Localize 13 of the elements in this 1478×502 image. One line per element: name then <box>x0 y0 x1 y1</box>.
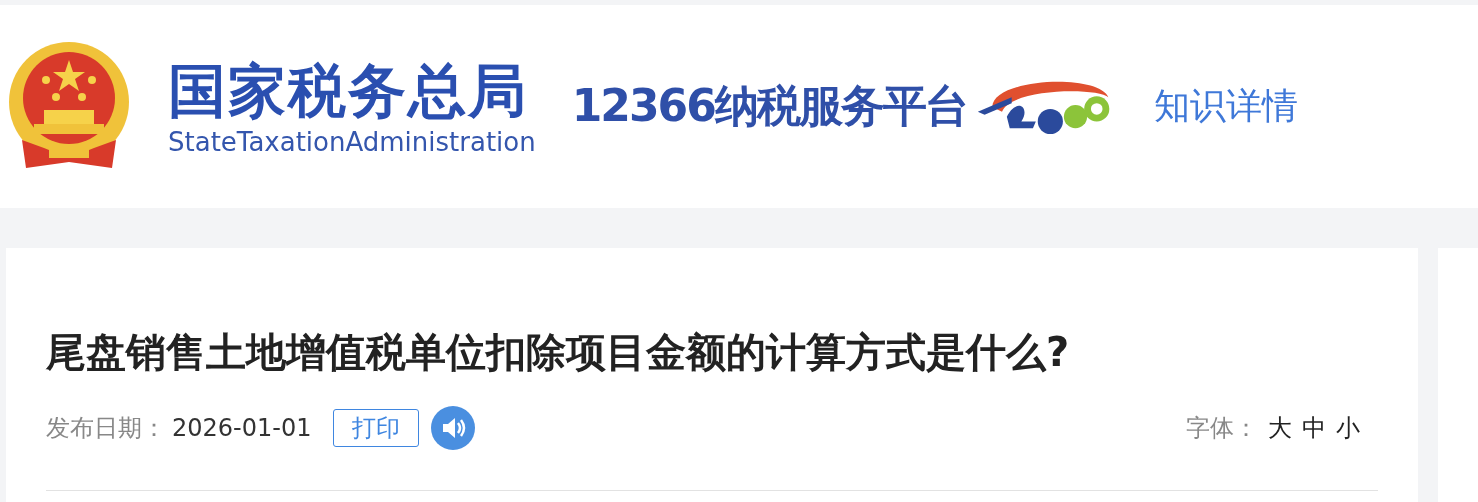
print-button[interactable]: 打印 <box>333 409 420 447</box>
font-size-label: 字体： <box>1186 413 1258 444</box>
font-size-option[interactable]: 小 <box>1336 412 1360 444</box>
agency-name-english: StateTaxationAdministration <box>168 125 536 158</box>
knowledge-detail-link[interactable]: 知识详情 <box>1153 82 1298 131</box>
platform-name: 12366纳税服务平台 <box>571 79 967 133</box>
article-title: 尾盘销售土地增值税单位扣除项目金额的计算方式是什么? <box>46 328 1071 377</box>
publish-date: 2026-01-01 <box>172 414 312 442</box>
font-size-option[interactable]: 大 <box>1268 412 1292 444</box>
font-size-option[interactable]: 中 <box>1302 412 1326 444</box>
date-label: 发布日期： <box>46 413 166 444</box>
speaker-icon[interactable] <box>431 406 476 450</box>
agency-name: 国家税务总局 <box>168 55 529 126</box>
